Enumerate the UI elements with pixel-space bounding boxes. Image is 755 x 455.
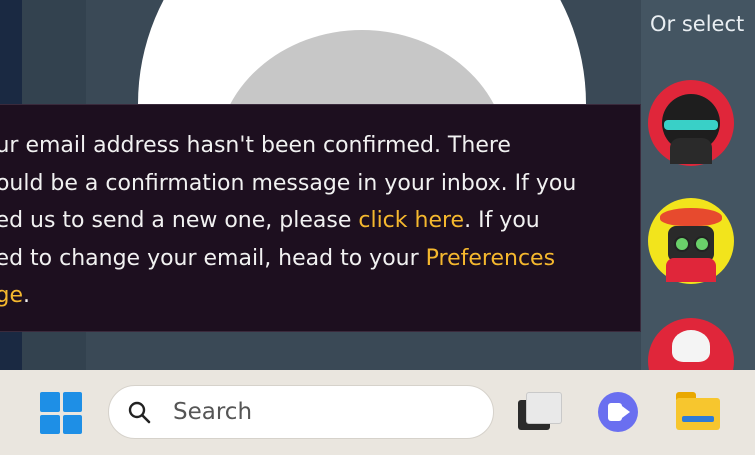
hat-icon (660, 208, 722, 226)
notice-line-3-tail: . If you (464, 208, 540, 233)
windows-start-icon[interactable] (40, 392, 82, 434)
notice-line-3: eed us to send a new one, please click h… (0, 202, 632, 240)
ninja-mask-band (664, 120, 718, 130)
notice-line-4-text: eed to change your email, head to your (0, 245, 426, 271)
search-placeholder: Search (173, 399, 253, 425)
character-eye-right (694, 236, 710, 252)
start-tile (40, 414, 60, 434)
start-tile (62, 414, 82, 434)
preferences-link[interactable]: Preferences (426, 246, 555, 271)
notice-line-5-tail: . (22, 283, 30, 308)
file-explorer-icon[interactable] (676, 392, 720, 430)
task-view-icon[interactable] (518, 392, 562, 432)
folder-stripe (682, 416, 714, 422)
start-tile (40, 392, 60, 412)
notice-line-2: hould be a confirmation message in your … (0, 170, 577, 196)
preferences-link-cont[interactable]: age (0, 283, 23, 308)
character-eye-left (674, 236, 690, 252)
notice-line-5: age. (0, 277, 632, 315)
notice-line-3-text: eed us to send a new one, please (0, 208, 359, 233)
taskbar-search-box[interactable]: Search (108, 385, 494, 439)
notice-line-4: eed to change your email, head to your P… (0, 240, 632, 278)
avatar-option-ninja[interactable] (648, 80, 734, 166)
start-tile (62, 392, 82, 412)
skull-icon (672, 330, 710, 362)
folder-body (676, 398, 720, 430)
notice-line-1: our email address hasn't been confirmed.… (0, 133, 511, 158)
teams-chat-icon[interactable] (598, 392, 638, 432)
email-unconfirmed-notice: our email address hasn't been confirmed.… (0, 104, 641, 332)
ninja-body (670, 138, 712, 164)
character-torso (666, 258, 716, 282)
search-icon (128, 401, 151, 424)
avatar-option-hat-character[interactable] (648, 198, 734, 284)
task-view-front-window (526, 392, 562, 424)
or-select-label: Or select (650, 12, 745, 36)
avatar-choice-panel (641, 0, 755, 370)
resend-confirmation-link[interactable]: click here (358, 208, 464, 233)
notice-message: our email address hasn't been confirmed.… (0, 127, 632, 315)
camera-body (608, 403, 622, 421)
camera-lens (622, 406, 630, 418)
